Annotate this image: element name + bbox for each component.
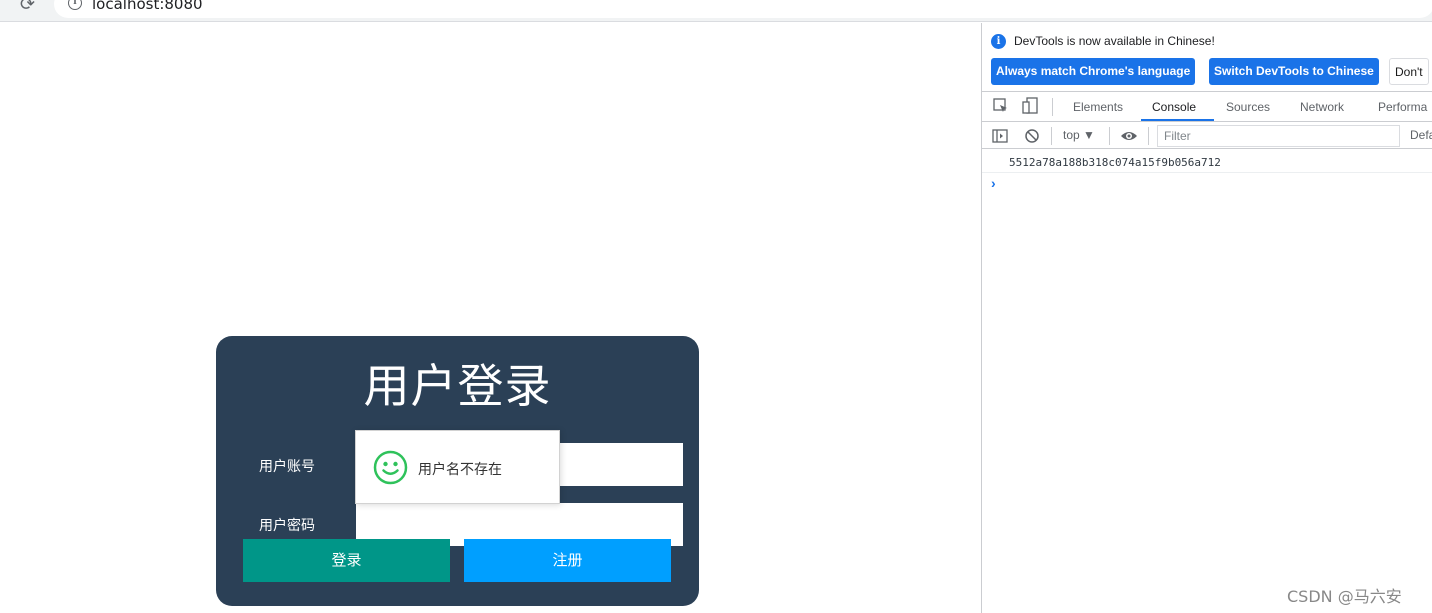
live-expression-eye-icon[interactable] <box>1120 127 1138 148</box>
info-icon: i <box>991 34 1006 49</box>
notice-text: DevTools is now available in Chinese! <box>1014 34 1215 48</box>
reload-icon[interactable]: ⟳ <box>20 0 35 15</box>
toast-text: 用户名不存在 <box>418 462 502 478</box>
login-title: 用户登录 <box>363 359 552 413</box>
match-language-button[interactable]: Always match Chrome's language <box>991 58 1196 85</box>
dont-show-button[interactable]: Don't <box>1389 58 1429 85</box>
password-label: 用户密码 <box>259 518 315 534</box>
register-button[interactable]: 注册 <box>464 539 671 582</box>
context-select[interactable]: top ▼ <box>1063 128 1095 142</box>
switch-chinese-button[interactable]: Switch DevTools to Chinese <box>1209 58 1379 85</box>
login-button[interactable]: 登录 <box>243 539 450 582</box>
console-log-text: 5512a78a188b318c074a15f9b056a712 <box>1009 156 1221 169</box>
console-filter-input[interactable] <box>1157 125 1400 147</box>
console-log-line: 5512a78a188b318c074a15f9b056a712 <box>982 151 1432 173</box>
watermark: CSDN @马六安 <box>1287 587 1402 606</box>
sidebar-toggle-icon[interactable] <box>991 127 1009 148</box>
devtools-tabbar: Elements Console Sources Network Perform… <box>982 91 1432 122</box>
tab-network[interactable]: Network <box>1300 100 1344 114</box>
address-bar[interactable] <box>54 0 1432 18</box>
device-toolbar-icon[interactable] <box>1021 97 1039 115</box>
devtools-panel: i DevTools is now available in Chinese! … <box>981 23 1432 613</box>
browser-toolbar: ⟳ i localhost:8080 <box>0 0 1432 22</box>
tab-elements[interactable]: Elements <box>1073 100 1123 114</box>
url-text[interactable]: localhost:8080 <box>92 0 203 13</box>
log-levels-dropdown[interactable]: Defa <box>1410 128 1432 142</box>
console-toolbar: top ▼ Defa <box>982 123 1432 149</box>
clear-console-icon[interactable] <box>1023 127 1041 148</box>
tab-sources[interactable]: Sources <box>1226 100 1270 114</box>
smile-icon <box>373 450 408 489</box>
inspect-element-icon[interactable] <box>992 97 1010 115</box>
toast-message: 用户名不存在 <box>355 430 560 504</box>
console-prompt-icon[interactable]: › <box>991 175 996 191</box>
tab-console[interactable]: Console <box>1152 100 1196 114</box>
active-tab-indicator <box>1141 119 1214 121</box>
account-label: 用户账号 <box>259 459 315 475</box>
tab-performance[interactable]: Performa <box>1378 100 1427 114</box>
